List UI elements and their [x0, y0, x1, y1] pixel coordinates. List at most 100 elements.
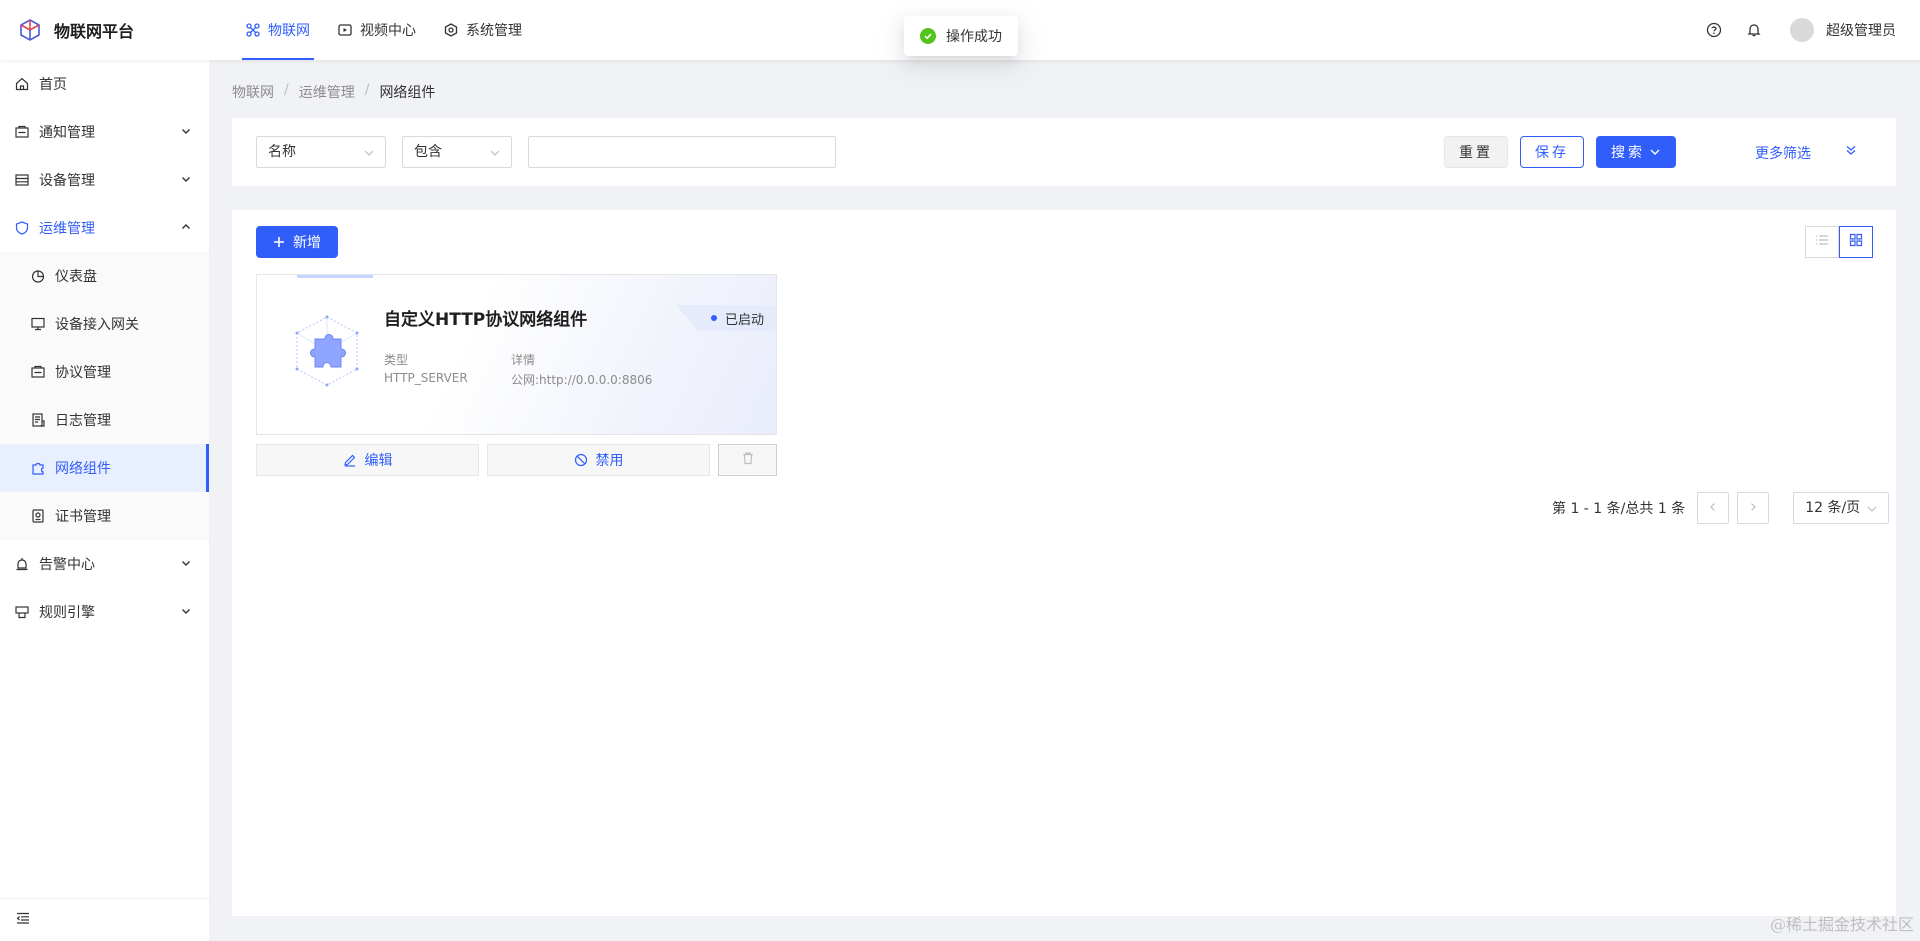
- logo-cube-icon: [20, 19, 40, 41]
- network-component-card[interactable]: 自定义HTTP协议网络组件 已启动 类型 HTTP_SERVER 详情 公网:h…: [256, 274, 777, 435]
- top-nav-label: 物联网: [268, 23, 310, 39]
- sidebar-item-log[interactable]: 日志管理: [0, 396, 209, 444]
- log-icon: [31, 413, 45, 427]
- sidebar-item-label: 证书管理: [55, 509, 111, 525]
- help-icon[interactable]: [1706, 22, 1722, 38]
- chevron-left-icon: [1708, 500, 1718, 516]
- detail-value: 公网:http://0.0.0.0:8806: [511, 373, 653, 387]
- type-label: 类型: [384, 353, 409, 367]
- sidebar-item-gateway[interactable]: 设备接入网关: [0, 300, 209, 348]
- sidebar-item-label: 告警中心: [39, 557, 95, 573]
- sidebar-item-certificate[interactable]: 证书管理: [0, 492, 209, 540]
- pagination: 第 1 - 1 条/总共 1 条 12 条/页: [1552, 492, 1890, 524]
- brand[interactable]: 物联网平台: [0, 18, 210, 42]
- page-size-select[interactable]: 12 条/页: [1793, 492, 1890, 524]
- top-nav-label: 视频中心: [360, 23, 416, 39]
- sidebar-collapse-button[interactable]: [0, 898, 209, 941]
- sidebar-item-rule[interactable]: 规则引擎: [0, 588, 209, 636]
- ops-icon: [15, 221, 29, 235]
- list-view-button[interactable]: [1805, 226, 1839, 258]
- notice-icon: [15, 125, 29, 139]
- view-toggle: [1805, 226, 1873, 258]
- sidebar-item-network[interactable]: 网络组件: [0, 444, 209, 492]
- bell-icon[interactable]: [1746, 22, 1762, 38]
- operator-select[interactable]: 包含: [402, 136, 512, 168]
- sidebar-item-device[interactable]: 设备管理: [0, 156, 209, 204]
- stop-icon: [574, 453, 588, 467]
- status-badge: 已启动: [676, 305, 776, 331]
- save-button[interactable]: 保存: [1520, 136, 1584, 168]
- status-text: 已启动: [724, 312, 764, 328]
- user-name[interactable]: 超级管理员: [1826, 20, 1896, 40]
- sidebar-item-ops[interactable]: 运维管理: [0, 204, 209, 252]
- top-nav: 物联网 视频中心 系统管理: [232, 0, 536, 60]
- chevron-down-icon: [363, 147, 375, 159]
- breadcrumb-item[interactable]: 物联网: [232, 82, 274, 102]
- card-view-button[interactable]: [1839, 226, 1873, 258]
- reset-button[interactable]: 重置: [1444, 136, 1508, 168]
- brand-name: 物联网平台: [54, 22, 135, 41]
- breadcrumb-separator: /: [364, 82, 370, 98]
- more-filter-link[interactable]: 更多筛选: [1755, 143, 1811, 163]
- check-circle-icon: [920, 28, 936, 44]
- trash-icon: [741, 451, 755, 469]
- field-select[interactable]: 名称: [256, 136, 386, 168]
- top-nav-label: 系统管理: [466, 23, 522, 39]
- sidebar-item-label: 设备接入网关: [55, 317, 139, 333]
- top-nav-video[interactable]: 视频中心: [324, 0, 430, 60]
- header-right: 超级管理员: [1682, 0, 1896, 60]
- main-panel: 新增 自定义HTTP协议网络组件 已启动 类型 HTTP_SERVER 详情 公…: [232, 210, 1896, 916]
- sidebar-item-home[interactable]: 首页: [0, 60, 209, 108]
- sidebar-item-label: 仪表盘: [55, 269, 97, 285]
- field-select-value: 名称: [268, 144, 296, 160]
- sidebar-item-notice[interactable]: 通知管理: [0, 108, 209, 156]
- filter-value-input[interactable]: [528, 136, 836, 168]
- device-icon: [15, 173, 29, 187]
- top-nav-iot[interactable]: 物联网: [232, 0, 324, 60]
- home-icon: [15, 77, 29, 91]
- search-button[interactable]: 搜索: [1596, 136, 1676, 168]
- puzzle-icon: [287, 311, 367, 395]
- top-nav-system[interactable]: 系统管理: [430, 0, 536, 60]
- menu-fold-icon: [16, 911, 30, 929]
- filter-bar: 名称 包含 重置 保存 搜索 更多筛选: [232, 118, 1896, 186]
- chevron-down-icon: [181, 606, 191, 616]
- reset-button-label: 重置: [1459, 145, 1493, 161]
- chevron-up-icon: [181, 222, 191, 232]
- edit-button[interactable]: 编辑: [256, 444, 479, 476]
- list-icon: [1815, 233, 1829, 251]
- disable-button-label: 禁用: [595, 453, 624, 469]
- prev-page-button[interactable]: [1697, 492, 1730, 524]
- chevron-down-icon: [181, 174, 191, 184]
- card-actions: 编辑 禁用: [256, 444, 777, 476]
- sidebar-item-dashboard[interactable]: 仪表盘: [0, 252, 209, 300]
- certificate-icon: [31, 509, 45, 523]
- operator-select-value: 包含: [414, 144, 442, 160]
- next-page-button[interactable]: [1737, 492, 1770, 524]
- sidebar: 首页 通知管理 设备管理 运维管理 仪表盘 设备接入网关 协议管理 日志管理 网…: [0, 60, 210, 941]
- double-chevron-down-icon[interactable]: [1844, 143, 1858, 157]
- card-title: 自定义HTTP协议网络组件: [384, 310, 588, 330]
- chevron-down-icon: [1866, 503, 1878, 515]
- edit-icon: [343, 453, 357, 467]
- sidebar-item-protocol[interactable]: 协议管理: [0, 348, 209, 396]
- breadcrumb-item[interactable]: 运维管理: [299, 82, 355, 102]
- ops-submenu: 仪表盘 设备接入网关 协议管理 日志管理 网络组件 证书管理: [0, 252, 209, 540]
- network-icon: [31, 461, 45, 475]
- edit-button-label: 编辑: [364, 453, 393, 469]
- detail-label: 详情: [511, 353, 536, 367]
- breadcrumb-separator: /: [284, 82, 289, 98]
- video-icon: [338, 23, 352, 37]
- delete-button[interactable]: [718, 444, 777, 476]
- avatar[interactable]: [1790, 18, 1814, 42]
- disable-button[interactable]: 禁用: [487, 444, 710, 476]
- add-button[interactable]: 新增: [256, 226, 338, 258]
- search-button-label: 搜索: [1611, 145, 1645, 161]
- sidebar-item-label: 首页: [39, 77, 67, 93]
- sidebar-item-alarm[interactable]: 告警中心: [0, 540, 209, 588]
- type-value: HTTP_SERVER: [384, 371, 468, 385]
- sidebar-item-label: 规则引擎: [39, 605, 95, 621]
- rule-icon: [15, 605, 29, 619]
- page-size-value: 12 条/页: [1805, 500, 1861, 516]
- sidebar-item-label: 设备管理: [39, 173, 95, 189]
